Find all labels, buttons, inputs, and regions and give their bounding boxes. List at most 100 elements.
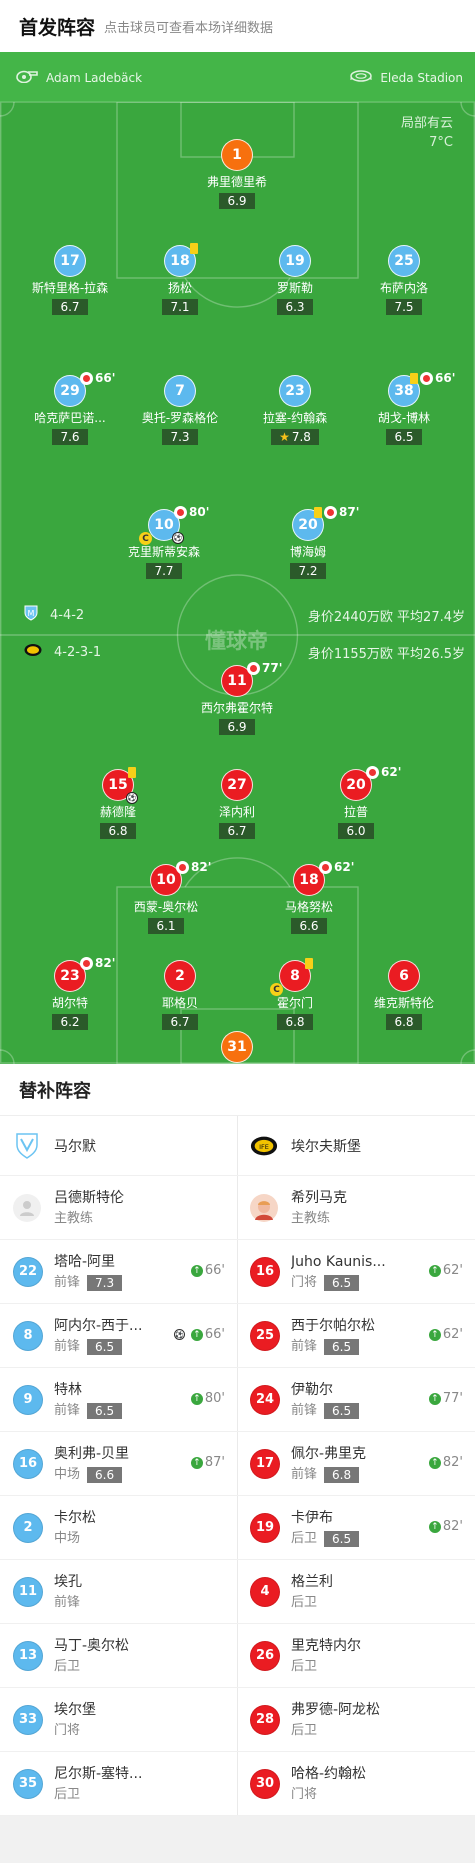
- sub-player-row[interactable]: 11 埃孔 前锋: [0, 1560, 237, 1624]
- away-team-row[interactable]: IFE 埃尔夫斯堡: [237, 1116, 475, 1176]
- sub-in-arrow-icon: ↑: [428, 1328, 441, 1341]
- sub-in-minute: 77': [442, 1391, 463, 1406]
- player-marker[interactable]: 6 维克斯特伦 6.8: [354, 960, 454, 1030]
- sub-player-row[interactable]: 28 弗罗德-阿龙松 后卫: [237, 1688, 475, 1752]
- sub-player-row[interactable]: 13 马丁-奥尔松 后卫: [0, 1624, 237, 1688]
- sub-player-row[interactable]: 8 阿内尔-西于... 前锋 6.5 ⚽ ↑ 66': [0, 1304, 237, 1368]
- sub-out-minute: 66': [435, 371, 456, 385]
- player-rating: 6.6: [291, 918, 327, 934]
- home-value: 身价2440万欧 平均27.4岁: [307, 609, 465, 625]
- sub-in-arrow-icon: ↑: [190, 1456, 203, 1469]
- sub-out-minute: 87': [339, 505, 360, 519]
- sub-player-row[interactable]: 33 埃尔堡 门将: [0, 1688, 237, 1752]
- player-marker[interactable]: 7 奥托-罗森格伦 7.3: [130, 375, 230, 445]
- coach-avatar-icon: [250, 1193, 278, 1222]
- match-info-bar: Adam Ladebäck Eleda Stadion: [0, 52, 475, 102]
- sub-player-row[interactable]: 22 塔哈-阿里 前锋 7.3 ↑ 66': [0, 1240, 237, 1304]
- sub-in-minute: 82': [442, 1455, 463, 1470]
- away-coach-row[interactable]: 希列马克 主教练: [237, 1176, 475, 1240]
- player-marker[interactable]: 2 耶格贝 6.7: [130, 960, 230, 1030]
- player-name: 布萨内洛: [379, 281, 428, 295]
- player-name: 拉塞-约翰森: [262, 411, 328, 425]
- home-team-name: 马尔默: [54, 1138, 96, 1155]
- home-team-row[interactable]: 马尔默: [0, 1116, 237, 1176]
- sub-player-row[interactable]: 2 卡尔松 中场: [0, 1496, 237, 1560]
- player-marker[interactable]: 20 62' 拉普 6.0: [306, 765, 406, 839]
- player-marker[interactable]: 27 泽内利 6.7: [187, 769, 287, 839]
- player-number: 29: [60, 383, 80, 399]
- player-marker[interactable]: 10 82' 西蒙-奥尔松 6.1: [116, 860, 216, 934]
- malmo-logo-icon: [13, 1132, 41, 1160]
- player-number: 20: [346, 777, 366, 793]
- sub-player-row[interactable]: 26 里克特内尔 后卫: [237, 1624, 475, 1688]
- player-number-badge: 27: [221, 769, 253, 801]
- player-rating: 6.8: [100, 823, 136, 839]
- player-rating: 6.8: [386, 1014, 422, 1030]
- player-marker[interactable]: 18 62' 马格努松 6.6: [259, 860, 359, 934]
- player-marker[interactable]: 25 布萨内洛 7.5: [354, 245, 454, 315]
- sub-player-rating: 6.8: [324, 1466, 360, 1483]
- player-marker[interactable]: 31彼得松7.1: [187, 1031, 287, 1064]
- player-number: 23: [60, 968, 80, 984]
- player-number-badge: 25: [388, 245, 420, 277]
- player-marker[interactable]: 38 66' 胡戈-博林 6.5: [354, 371, 455, 445]
- sub-player-row[interactable]: 17 佩尔-弗里克 前锋 6.8 ↑ 82': [237, 1432, 475, 1496]
- player-rating: 6.8: [277, 1014, 313, 1030]
- sub-player-row[interactable]: 25 西于尔帕尔松 前锋 6.5 ↑ 62': [237, 1304, 475, 1368]
- sub-player-row[interactable]: 4 格兰利 后卫: [237, 1560, 475, 1624]
- sub-player-row[interactable]: 30 哈格-约翰松 门将: [237, 1752, 475, 1816]
- player-marker[interactable]: 23 拉塞-约翰森 ★ 7.8: [245, 375, 345, 445]
- player-marker[interactable]: 20 87' 博海姆 7.2: [258, 505, 359, 579]
- sub-number-badge: 25: [250, 1320, 280, 1351]
- player-rating: ★ 7.8: [271, 429, 319, 445]
- player-marker[interactable]: 15 ⚽ 赫德隆 6.8: [68, 767, 168, 839]
- sub-player-position: 前锋: [54, 1594, 81, 1610]
- player-rating: 7.5: [386, 299, 422, 315]
- player-number: 2: [175, 968, 185, 984]
- away-subs-column: IFE 埃尔夫斯堡 希列马克 主教练 16 Juho Kaunis... 门将 6.5…: [237, 1116, 475, 1816]
- player-name: 拉普: [343, 805, 368, 819]
- player-marker[interactable]: 18 扬松 7.1: [130, 243, 230, 315]
- player-marker[interactable]: 23 82' 胡尔特 6.2: [20, 956, 120, 1030]
- coach-name: 吕德斯特伦: [54, 1189, 124, 1206]
- sub-player-row[interactable]: 19 卡伊布 后卫 6.5 ↑ 82': [237, 1496, 475, 1560]
- player-rating-value: 6.3: [285, 300, 305, 314]
- sub-player-row[interactable]: 35 尼尔斯-塞特... 后卫: [0, 1752, 237, 1816]
- sub-player-position: 后卫: [291, 1722, 318, 1738]
- player-marker[interactable]: 17 斯特里格-拉森 6.7: [20, 245, 120, 315]
- player-marker[interactable]: 1 弗里德里希 6.9: [187, 139, 287, 209]
- player-marker[interactable]: 11 77' 西尔弗霍尔特 6.9: [187, 661, 287, 735]
- player-rating-value: 6.2: [60, 1015, 80, 1029]
- sub-in-arrow-icon: ↑: [428, 1264, 441, 1277]
- sub-player-row[interactable]: 9 特林 前锋 6.5 ↑ 80': [0, 1368, 237, 1432]
- sub-out-minute: 82': [95, 956, 116, 970]
- player-number: 19: [285, 253, 305, 269]
- player-rating: 6.9: [219, 193, 255, 209]
- player-number: 27: [227, 777, 247, 793]
- player-marker[interactable]: 8 C 霍尔门 6.8: [245, 958, 345, 1030]
- sub-player-row[interactable]: 16 Juho Kaunis... 门将 6.5 ↑ 62': [237, 1240, 475, 1304]
- player-number: 1: [232, 147, 242, 163]
- sub-player-rating: 6.5: [87, 1338, 123, 1355]
- sub-in-minute: 66': [204, 1327, 225, 1342]
- ball-icon: ⚽: [172, 532, 184, 544]
- player-rating-value: 7.2: [298, 564, 318, 578]
- sub-in-arrow-icon: ↑: [190, 1328, 203, 1341]
- player-number-badge: 29 66': [54, 371, 115, 407]
- player-marker[interactable]: 19 罗斯勒 6.3: [245, 245, 345, 315]
- sub-player-row[interactable]: 24 伊勒尔 前锋 6.5 ↑ 77': [237, 1368, 475, 1432]
- sub-player-name: 里克特内尔: [291, 1637, 361, 1654]
- player-number-badge: 31: [221, 1031, 253, 1063]
- player-number-badge: 20 62': [340, 765, 401, 801]
- player-marker[interactable]: 10 80' C ⚽ 克里斯蒂安森 7.7: [114, 505, 214, 579]
- sub-player-row[interactable]: 16 奥利弗-贝里 中场 6.6 ↑ 87': [0, 1432, 237, 1496]
- player-number-badge: 18: [164, 243, 198, 277]
- home-coach-row[interactable]: 吕德斯特伦 主教练: [0, 1176, 237, 1240]
- player-marker[interactable]: 29 66' 哈克萨巴诺... 7.6: [20, 371, 120, 445]
- sub-in-arrow-icon: ↑: [428, 1456, 441, 1469]
- player-rating-value: 7.8: [291, 430, 311, 444]
- sub-player-name: 奥利弗-贝里: [54, 1445, 130, 1462]
- temperature: 7°C: [429, 135, 453, 150]
- player-number: 23: [285, 383, 305, 399]
- sub-number-badge: 16: [250, 1256, 280, 1287]
